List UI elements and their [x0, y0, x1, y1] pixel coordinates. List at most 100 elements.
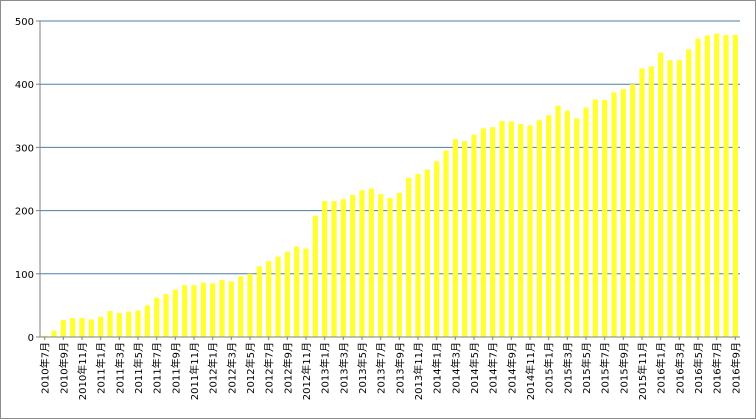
bar — [116, 312, 122, 337]
bar — [303, 248, 309, 337]
x-tick-label: 2011年9月 — [169, 342, 182, 394]
x-tick-label: 2013年5月 — [356, 342, 369, 394]
x-tick-label: 2014年11月 — [524, 342, 537, 400]
bar — [667, 60, 673, 338]
x-tick-label: 2016年1月 — [655, 342, 668, 394]
bar — [191, 285, 197, 337]
bar — [490, 127, 496, 338]
bar — [88, 319, 94, 337]
bar — [79, 318, 85, 337]
bar — [508, 121, 514, 338]
bar — [564, 110, 570, 338]
bar — [518, 124, 524, 338]
bar — [676, 60, 682, 338]
x-tick-label: 2013年11月 — [412, 342, 425, 400]
x-tick-label: 2010年9月 — [57, 342, 70, 394]
x-tick-label: 2014年3月 — [449, 342, 462, 394]
y-tick-label: 400 — [15, 80, 34, 91]
bar — [424, 169, 430, 337]
y-tick-label: 100 — [15, 270, 34, 281]
bar — [144, 305, 150, 337]
bar — [499, 120, 505, 337]
bar — [462, 141, 468, 337]
y-tick-label: 300 — [15, 143, 34, 154]
bar — [732, 34, 738, 338]
bar — [648, 66, 654, 337]
y-tick-labels: 0 100 200 300 400 500 — [15, 17, 34, 344]
bar — [527, 125, 533, 337]
x-tick-label: 2012年11月 — [300, 342, 313, 400]
x-tick-label: 2012年1月 — [207, 342, 220, 394]
bar — [639, 68, 645, 338]
x-tick-label: 2016年7月 — [711, 342, 724, 394]
bar — [172, 289, 178, 337]
bar — [555, 105, 561, 337]
x-tick-label: 2011年11月 — [188, 342, 201, 400]
x-tick-label: 2014年7月 — [487, 342, 500, 394]
bar — [331, 201, 337, 337]
x-tick-label: 2015年5月 — [580, 342, 593, 394]
bar-chart: 0100200300400500 2010年7月 2010年9月 2010年11月 2… — [15, 17, 742, 400]
x-tick-label: 2013年1月 — [319, 342, 332, 394]
x-tick-label: 2012年7月 — [263, 342, 276, 394]
x-tick-label: 2013年9月 — [393, 342, 406, 394]
bar — [723, 34, 729, 338]
bar — [536, 120, 542, 337]
bar — [182, 285, 188, 337]
x-tick-label: 2016年9月 — [729, 342, 742, 394]
bar — [275, 256, 281, 337]
bar — [583, 107, 589, 337]
bar — [434, 161, 440, 337]
x-tick-label: 2011年7月 — [151, 342, 164, 394]
x-tick-label: 2015年1月 — [543, 342, 556, 394]
x-tick-label: 2010年11月 — [76, 342, 89, 400]
bar — [592, 99, 598, 338]
bar — [546, 115, 552, 337]
bar — [387, 197, 393, 337]
bar — [98, 316, 104, 337]
bar — [294, 246, 300, 337]
bar — [163, 294, 169, 337]
bar — [228, 281, 234, 337]
x-tick-label: 2011年5月 — [132, 342, 145, 394]
x-tick-label: 2011年3月 — [113, 342, 126, 394]
x-tick-label: 2014年1月 — [431, 342, 444, 394]
bar — [714, 33, 720, 337]
y-tick-label: 500 — [15, 17, 34, 28]
bar — [247, 273, 253, 337]
bar — [340, 199, 346, 337]
bar — [359, 190, 365, 337]
bar — [350, 194, 356, 337]
x-tick-label: 2013年7月 — [375, 342, 388, 394]
bar — [480, 128, 486, 337]
x-tick-label: 2012年9月 — [281, 342, 294, 394]
x-tick-label: 2011年1月 — [95, 342, 108, 394]
x-tick-label: 2015年3月 — [561, 342, 574, 394]
bar — [154, 297, 160, 337]
x-tick-label: 2016年5月 — [692, 342, 705, 394]
bar — [704, 35, 710, 337]
x-tick-label: 2015年11月 — [636, 342, 649, 400]
bar — [51, 330, 57, 337]
bar — [452, 139, 458, 337]
x-tick-label: 2013年3月 — [337, 342, 350, 394]
x-tick-label: 2012年5月 — [244, 342, 257, 394]
bar — [574, 118, 580, 337]
bar — [378, 194, 384, 337]
bar — [406, 177, 412, 337]
bar — [200, 282, 206, 337]
y-tick-label: 200 — [15, 207, 34, 218]
bar — [238, 276, 244, 337]
bar — [70, 318, 76, 337]
bar — [415, 173, 421, 337]
bar — [686, 49, 692, 337]
bar — [107, 311, 113, 337]
bar — [312, 215, 318, 337]
bar — [135, 310, 141, 337]
bar — [219, 280, 225, 337]
x-tick-label: 2014年9月 — [505, 342, 518, 394]
bar — [602, 100, 608, 337]
bar — [396, 192, 402, 337]
x-tick-label: 2014年5月 — [468, 342, 481, 394]
bar — [60, 319, 66, 337]
